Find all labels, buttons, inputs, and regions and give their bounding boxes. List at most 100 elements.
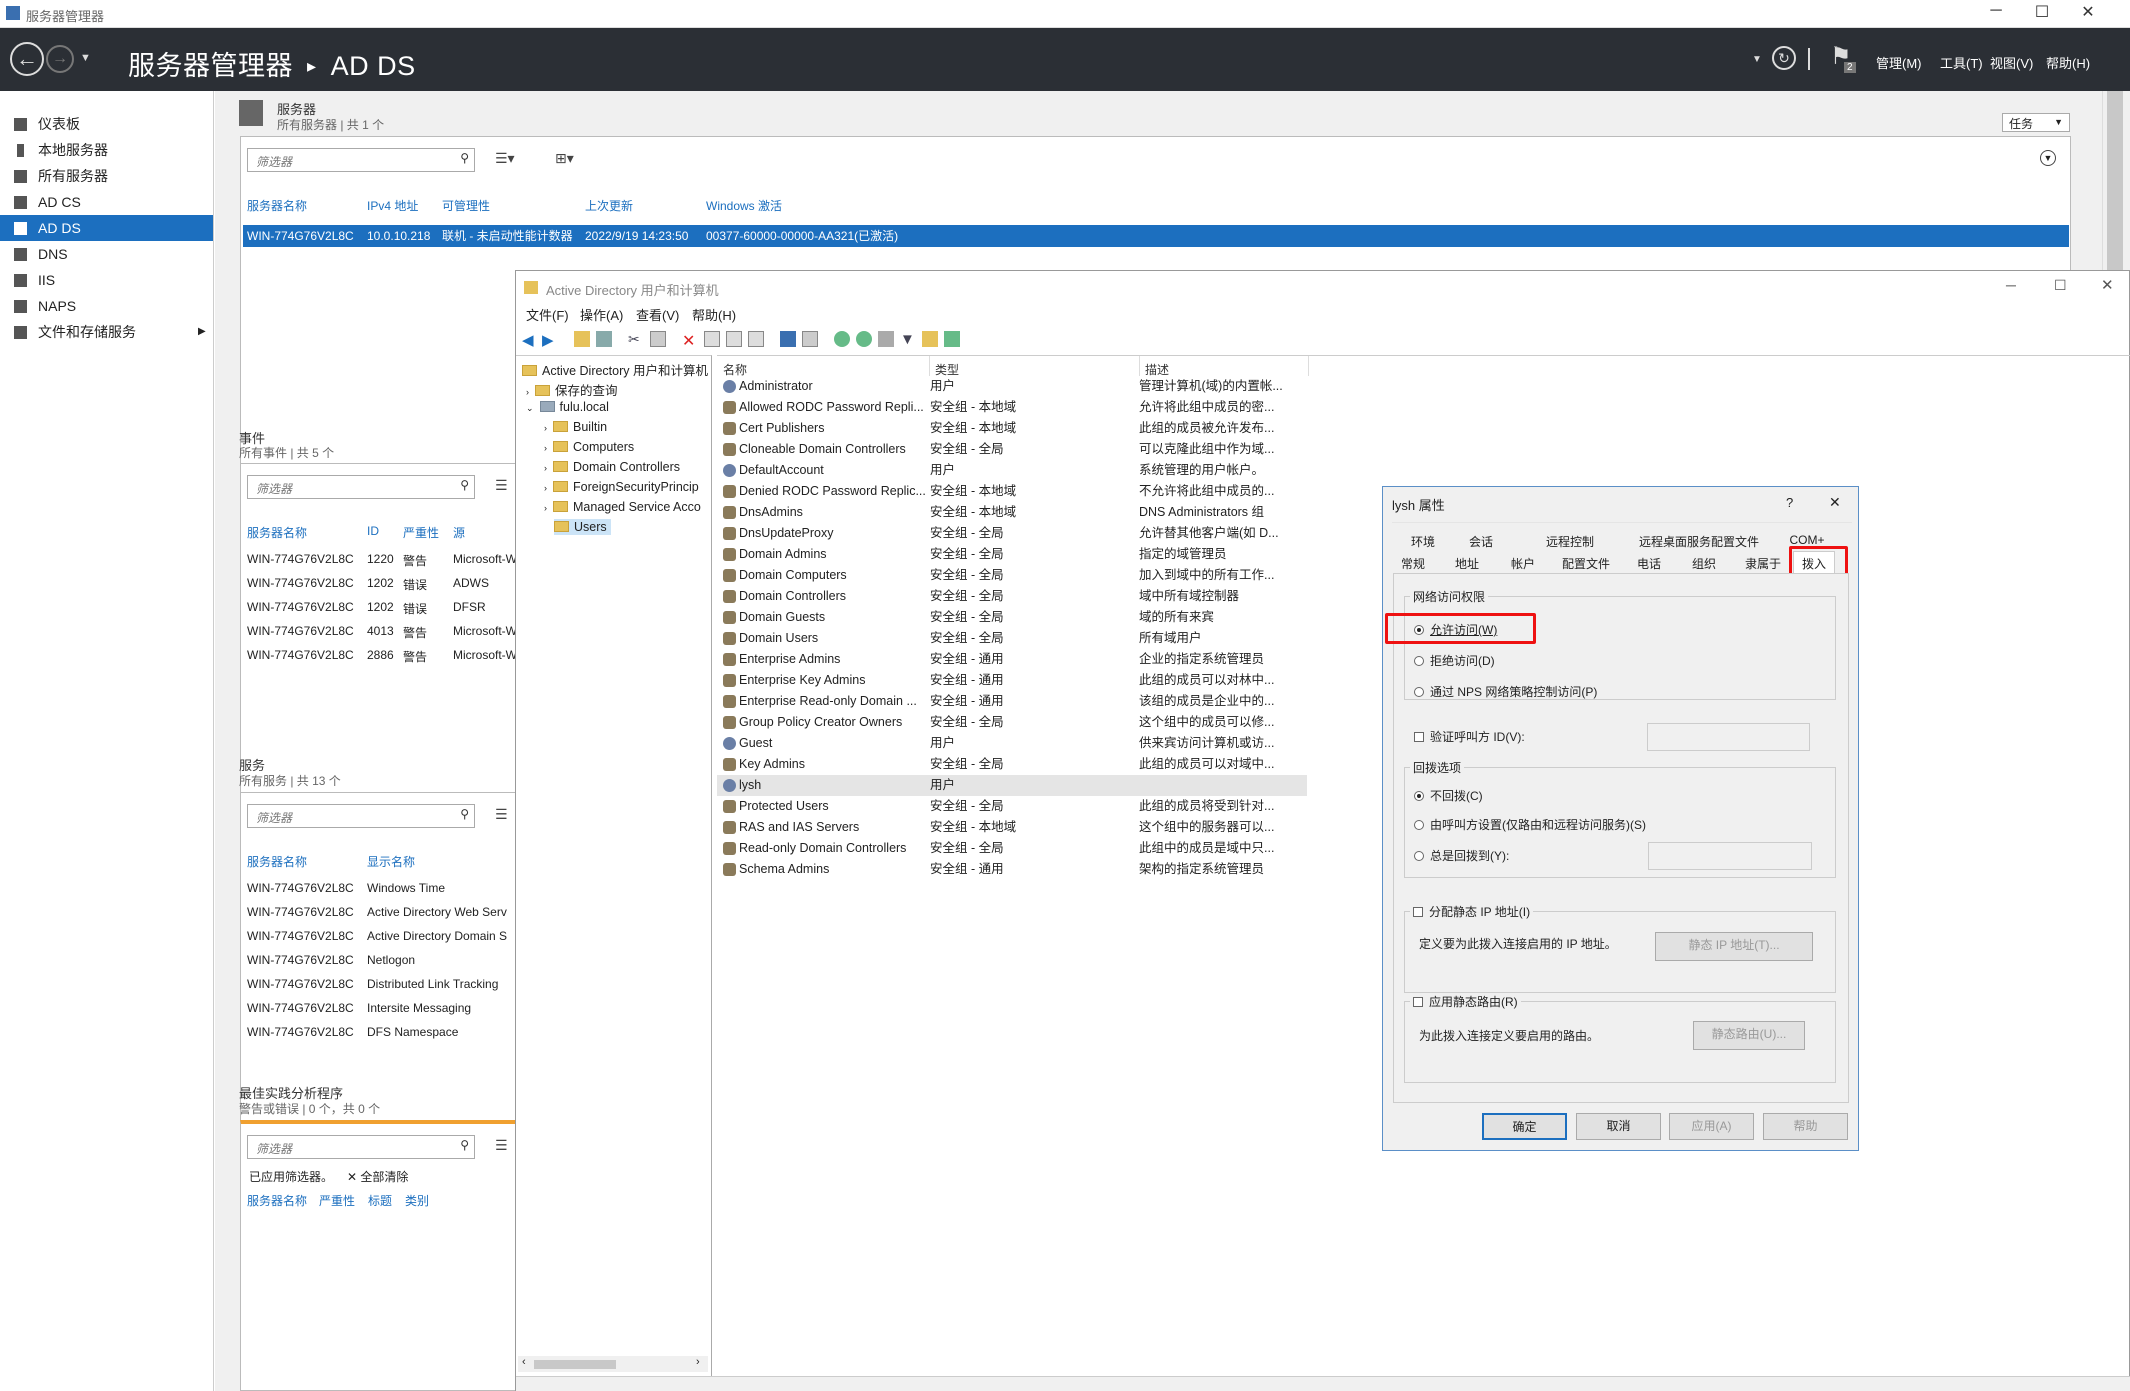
col-id[interactable]: ID bbox=[367, 524, 379, 538]
list-options-icon[interactable]: ☰ bbox=[495, 1137, 508, 1154]
list-item[interactable]: Cert Publishers 安全组 - 本地域 此组的成员被允许发布... bbox=[717, 418, 1307, 439]
list-item[interactable]: DnsAdmins 安全组 - 本地域 DNS Administrators 组 bbox=[717, 502, 1307, 523]
delete-icon[interactable]: ✕ bbox=[682, 331, 698, 350]
col-severity[interactable]: 严重性 bbox=[403, 524, 439, 541]
col-activation[interactable]: Windows 激活 bbox=[706, 197, 782, 214]
col-severity[interactable]: 严重性 bbox=[319, 1192, 355, 1209]
col-server-name[interactable]: 服务器名称 bbox=[247, 197, 307, 214]
export-icon[interactable] bbox=[748, 331, 764, 347]
refresh-icon[interactable] bbox=[726, 331, 742, 347]
tree-item-managed-service[interactable]: › Managed Service Acco bbox=[544, 500, 701, 514]
tree-item-domain[interactable]: ⌄ fulu.local bbox=[526, 400, 609, 414]
sidebar-item-naps[interactable]: NAPS bbox=[0, 293, 213, 319]
list-item[interactable]: RAS and IAS Servers 安全组 - 本地域 这个组中的服务器可以..… bbox=[717, 817, 1307, 838]
tab-telephones[interactable]: 电话 bbox=[1631, 555, 1667, 572]
col-title[interactable]: 标题 bbox=[368, 1192, 392, 1209]
new-ou-icon[interactable] bbox=[878, 331, 894, 347]
menu-help[interactable]: 帮助(H) bbox=[2046, 53, 2090, 72]
tab-profile[interactable]: 配置文件 bbox=[1559, 555, 1613, 572]
col-display-name[interactable]: 显示名称 bbox=[367, 853, 415, 870]
sidebar-item-ad-ds[interactable]: AD DS bbox=[0, 215, 213, 241]
list-item[interactable]: Denied RODC Password Replic... 安全组 - 本地域 不… bbox=[717, 481, 1307, 502]
list-item[interactable]: Domain Guests 安全组 - 全局 域的所有来宾 bbox=[717, 607, 1307, 628]
apply-button[interactable]: 应用(A) bbox=[1669, 1113, 1754, 1140]
find-icon[interactable] bbox=[922, 331, 938, 347]
caller-set-radio[interactable]: 由呼叫方设置(仅路由和远程访问服务)(S) bbox=[1414, 816, 1646, 833]
scroll-thumb[interactable] bbox=[2107, 91, 2123, 291]
list-item[interactable]: DefaultAccount 用户 系统管理的用户帐户。 bbox=[717, 460, 1307, 481]
tree-item-saved-queries[interactable]: › 保存的查询 bbox=[526, 380, 618, 399]
aduc-minimize-button[interactable]: ─ bbox=[2006, 277, 2016, 293]
col-server-name[interactable]: 服务器名称 bbox=[247, 853, 307, 870]
tree-item-root[interactable]: Active Directory 用户和计算机 bbox=[522, 360, 708, 379]
new-user-icon[interactable] bbox=[834, 331, 850, 347]
col-source[interactable]: 源 bbox=[453, 524, 465, 541]
col-last-update[interactable]: 上次更新 bbox=[585, 197, 633, 214]
tab-account[interactable]: 帐户 bbox=[1505, 555, 1541, 572]
servers-filter-input[interactable]: 筛选器 ⚲ bbox=[247, 148, 475, 172]
back-button[interactable]: ← bbox=[10, 42, 44, 76]
table-row[interactable]: WIN-774G76V2L8C 10.0.10.218 联机 - 未启动性能计数… bbox=[243, 225, 2069, 247]
list-item[interactable]: Schema Admins 安全组 - 通用 架构的指定系统管理员 bbox=[717, 859, 1307, 880]
menu-tools[interactable]: 工具(T) bbox=[1940, 53, 1983, 72]
nps-policy-radio[interactable]: 通过 NPS 网络策略控制访问(P) bbox=[1414, 683, 1597, 700]
tab-organization[interactable]: 组织 bbox=[1686, 555, 1722, 572]
aduc-close-button[interactable]: ✕ bbox=[2101, 276, 2114, 294]
tab-member-of[interactable]: 隶属于 bbox=[1741, 555, 1785, 572]
aduc-menu-action[interactable]: 操作(A) bbox=[580, 305, 623, 324]
cancel-button[interactable]: 取消 bbox=[1576, 1113, 1661, 1140]
list-item[interactable]: Allowed RODC Password Repli... 安全组 - 本地域 允… bbox=[717, 397, 1307, 418]
tree-hscrollbar[interactable]: ‹ › bbox=[518, 1356, 708, 1372]
list-item[interactable]: Key Admins 安全组 - 全局 此组的成员可以对域中... bbox=[717, 754, 1307, 775]
caller-id-field[interactable] bbox=[1647, 723, 1810, 751]
tree-item-foreign-security[interactable]: › ForeignSecurityPrincip bbox=[544, 480, 699, 494]
list-item[interactable]: Read-only Domain Controllers 安全组 - 全局 此组中的… bbox=[717, 838, 1307, 859]
aduc-menu-view[interactable]: 查看(V) bbox=[636, 305, 679, 324]
refresh-dropdown-icon[interactable]: ▼ bbox=[1752, 54, 1762, 65]
expand-icon[interactable]: ▼ bbox=[2040, 150, 2056, 166]
chevron-right-icon[interactable]: › bbox=[696, 1356, 700, 1368]
verify-caller-checkbox[interactable]: 验证呼叫方 ID(V): bbox=[1414, 728, 1525, 745]
forward-arrow-icon[interactable]: ▶ bbox=[542, 331, 558, 349]
static-route-checkbox[interactable]: 应用静态路由(R) bbox=[1410, 993, 1521, 1010]
col-ipv4[interactable]: IPv4 地址 bbox=[367, 197, 418, 214]
tree-item-computers[interactable]: › Computers bbox=[544, 440, 634, 454]
up-folder-icon[interactable] bbox=[574, 331, 590, 347]
tab-remote-control[interactable]: 远程控制 bbox=[1543, 533, 1597, 550]
tab-com-plus[interactable]: COM+ bbox=[1787, 533, 1827, 547]
list-item[interactable]: DnsUpdateProxy 安全组 - 全局 允许替其他客户端(如 D... bbox=[717, 523, 1307, 544]
tree-item-users[interactable]: Users bbox=[554, 519, 611, 535]
sidebar-item-iis[interactable]: IIS bbox=[0, 267, 213, 293]
help-icon[interactable] bbox=[780, 331, 796, 347]
filter-icon[interactable]: ▼ bbox=[900, 331, 916, 348]
clear-all-link[interactable]: ✕ 全部清除 bbox=[347, 1168, 408, 1185]
sidebar-item-dns[interactable]: DNS bbox=[0, 241, 213, 267]
list-item[interactable]: Cloneable Domain Controllers 安全组 - 全局 可以克隆… bbox=[717, 439, 1307, 460]
sidebar-item-local-server[interactable]: 本地服务器 bbox=[0, 137, 213, 163]
list-item[interactable]: lysh 用户 bbox=[717, 775, 1307, 796]
list-item[interactable]: Domain Computers 安全组 - 全局 加入到域中的所有工作... bbox=[717, 565, 1307, 586]
history-dropdown-icon[interactable]: ▼ bbox=[80, 52, 91, 64]
sidebar-item-ad-cs[interactable]: AD CS bbox=[0, 189, 213, 215]
list-options-icon[interactable]: ☰ bbox=[495, 477, 508, 494]
col-manageability[interactable]: 可管理性 bbox=[442, 197, 490, 214]
menu-view[interactable]: 视图(V) bbox=[1990, 53, 2033, 72]
bpa-filter-input[interactable]: 筛选器 ⚲ bbox=[247, 1135, 475, 1159]
add-to-group-icon[interactable] bbox=[944, 331, 960, 347]
list-item[interactable]: Group Policy Creator Owners 安全组 - 全局 这个组中的… bbox=[717, 712, 1307, 733]
events-filter-input[interactable]: 筛选器 ⚲ bbox=[247, 475, 475, 499]
sidebar-item-all-servers[interactable]: 所有服务器 bbox=[0, 163, 213, 189]
list-item[interactable]: Protected Users 安全组 - 全局 此组的成员将受到针对... bbox=[717, 796, 1307, 817]
save-query-icon[interactable]: ⊞▾ bbox=[555, 150, 574, 167]
list-item[interactable]: Enterprise Admins 安全组 - 通用 企业的指定系统管理员 bbox=[717, 649, 1307, 670]
list-options-icon[interactable]: ☰▾ bbox=[495, 150, 515, 167]
maximize-button[interactable]: ☐ bbox=[2022, 2, 2062, 22]
new-group-icon[interactable] bbox=[856, 331, 872, 347]
static-route-button[interactable]: 静态路由(U)... bbox=[1693, 1021, 1805, 1050]
back-arrow-icon[interactable]: ◀ bbox=[522, 331, 538, 349]
always-callback-radio[interactable]: 总是回拨到(Y): bbox=[1414, 847, 1509, 864]
list-item[interactable]: Enterprise Read-only Domain ... 安全组 - 通用 该… bbox=[717, 691, 1307, 712]
col-server-name[interactable]: 服务器名称 bbox=[247, 524, 307, 541]
help-button[interactable]: 帮助 bbox=[1763, 1113, 1848, 1140]
dialog-close-button[interactable]: ✕ bbox=[1829, 494, 1841, 511]
